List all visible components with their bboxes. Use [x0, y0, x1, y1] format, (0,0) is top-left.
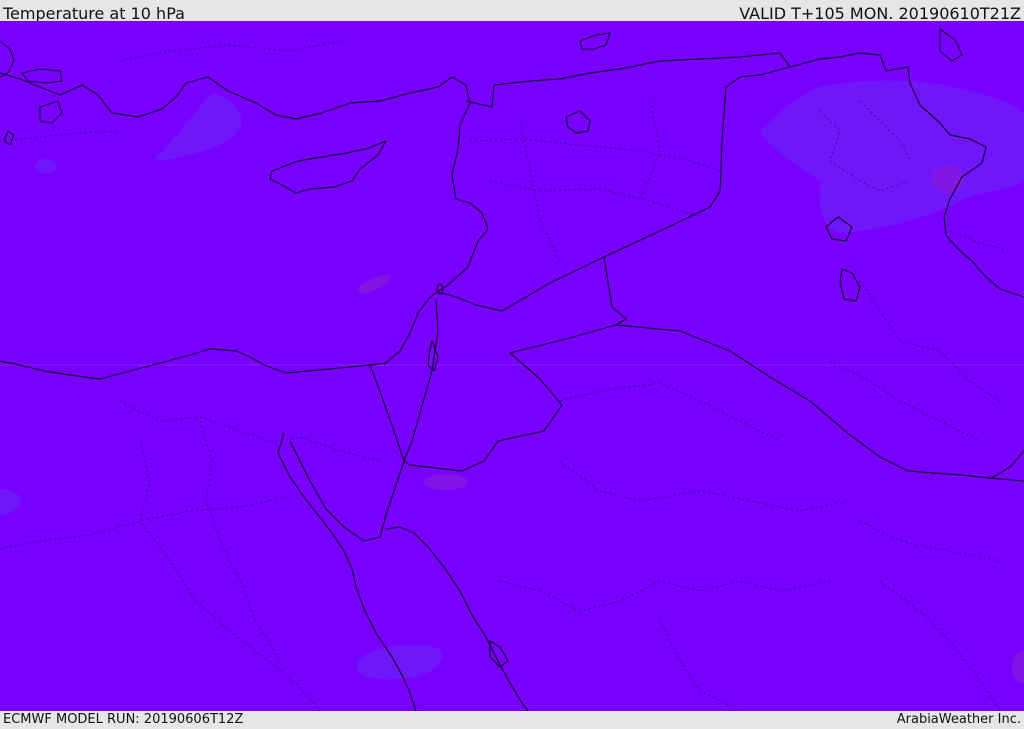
- temperature-map[interactable]: [0, 21, 1024, 711]
- footer-bar: ECMWF MODEL RUN: 20190606T12Z ArabiaWeat…: [0, 711, 1024, 729]
- header-bar: Temperature at 10 hPa VALID T+105 MON. 2…: [0, 0, 1024, 23]
- credit-label: ArabiaWeather Inc.: [896, 712, 1021, 727]
- model-run-label: ECMWF MODEL RUN: 20190606T12Z: [3, 712, 244, 727]
